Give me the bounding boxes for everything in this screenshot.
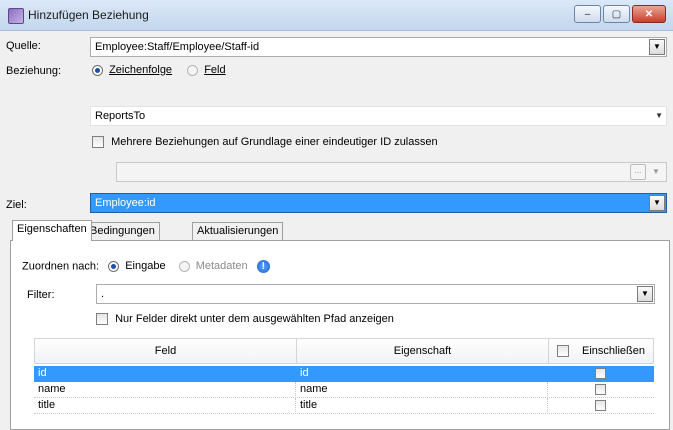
maximize-button[interactable]: ▢ (603, 5, 630, 23)
include-checkbox[interactable] (594, 383, 606, 395)
tab-bedingungen[interactable]: Bedingungen (85, 222, 160, 240)
column-header-einschliessen[interactable]: Einschließen (549, 339, 653, 363)
app-icon (8, 8, 24, 24)
minimize-button[interactable]: ‒ (574, 5, 601, 23)
radio-feld[interactable] (187, 64, 199, 76)
radio-eingabe[interactable] (108, 261, 120, 272)
chevron-down-icon[interactable]: ▼ (649, 195, 665, 211)
chevron-down-icon[interactable]: ▼ (649, 39, 665, 55)
radio-zeichenfolge[interactable] (92, 64, 103, 76)
direct-only-checkbox[interactable] (96, 313, 108, 326)
relation-string-input[interactable]: ReportsTo ▼ (90, 106, 667, 126)
map-by-row: Zuordnen nach: Eingabe Metadaten ! (22, 260, 270, 273)
radio-metadaten[interactable] (178, 261, 190, 272)
tab-aktualisierungen[interactable]: Aktualisierungen (192, 222, 284, 240)
close-button[interactable]: ✕ (632, 5, 666, 23)
include-checkbox[interactable] (594, 399, 606, 411)
einschliessen-header-label: Einschließen (582, 345, 646, 357)
cell-field: title (34, 398, 296, 414)
relation-label: Beziehung: (6, 65, 62, 77)
target-label: Ziel: (6, 199, 27, 211)
source-combo[interactable]: Employee:Staff/Employee/Staff-id ▼ (90, 37, 667, 57)
cell-include (548, 398, 652, 414)
direct-only-option[interactable]: Nur Felder direkt unter dem ausgewählten… (96, 313, 394, 326)
chevron-down-icon: ▼ (652, 167, 660, 176)
filter-label: Filter: (27, 289, 55, 301)
table-row[interactable]: id id (34, 366, 654, 382)
multi-relations-label[interactable]: Mehrere Beziehungen auf Grundlage einer … (111, 136, 438, 148)
table-row[interactable]: title title (34, 398, 654, 414)
cell-field: name (34, 382, 296, 398)
radio-metadaten-label[interactable]: Metadaten (196, 260, 248, 272)
cell-include (548, 366, 652, 382)
tab-eigenschaften[interactable]: Eigenschaften (12, 220, 92, 241)
radio-zeichenfolge-label[interactable]: Zeichenfolge (109, 64, 172, 76)
column-header-eigenschaft[interactable]: Eigenschaft (297, 339, 549, 363)
multi-relations-checkbox[interactable] (92, 136, 104, 149)
radio-feld-label[interactable]: Feld (204, 64, 225, 76)
target-combo[interactable]: Employee:id ▼ (90, 193, 667, 213)
source-label: Quelle: (6, 40, 41, 52)
disabled-field-combo: ... ▼ (116, 162, 667, 182)
relation-radio-group: Zeichenfolge Feld (92, 64, 226, 76)
column-header-feld[interactable]: Feld (35, 339, 297, 363)
include-checkbox[interactable] (594, 367, 606, 379)
source-value: Employee:Staff/Employee/Staff-id (95, 41, 260, 53)
select-all-checkbox[interactable] (556, 345, 569, 358)
chevron-down-icon[interactable]: ▼ (655, 107, 663, 125)
target-value: Employee:id (95, 197, 156, 209)
grid-header: Feld Eigenschaft Einschließen (34, 338, 654, 364)
ellipsis-button: ... (630, 164, 646, 180)
filter-value: . (101, 288, 105, 300)
cell-include (548, 382, 652, 398)
relation-value: ReportsTo (95, 110, 146, 122)
table-row[interactable]: name name (34, 382, 654, 398)
radio-eingabe-label[interactable]: Eingabe (125, 260, 165, 272)
cell-field: id (38, 367, 47, 379)
cell-property: title (296, 398, 548, 414)
map-by-label: Zuordnen nach: (22, 260, 100, 273)
multi-relations-option[interactable]: Mehrere Beziehungen auf Grundlage einer … (92, 136, 438, 149)
info-icon[interactable]: ! (256, 260, 270, 273)
window-title: Hinzufügen Beziehung (28, 8, 149, 22)
cell-property: id (300, 367, 309, 379)
cell-property: name (296, 382, 548, 398)
filter-combo[interactable]: . ▼ (96, 284, 655, 304)
direct-only-label[interactable]: Nur Felder direkt unter dem ausgewählten… (115, 313, 394, 325)
chevron-down-icon[interactable]: ▼ (637, 286, 653, 302)
